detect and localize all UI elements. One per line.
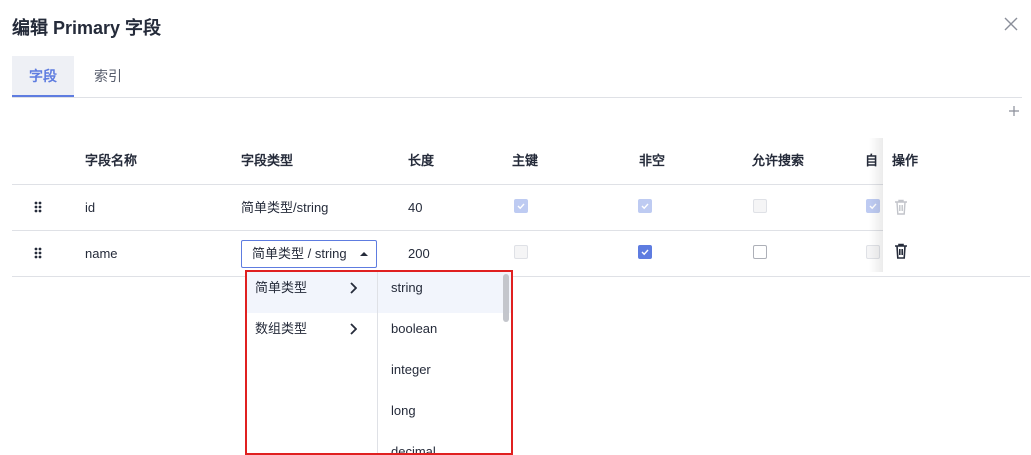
edit-field-dialog: 编辑 Primary 字段 字段 索引 字段名称 字段类型 长度 主键 非空 允…	[0, 0, 1031, 455]
drag-handle-icon[interactable]	[33, 246, 43, 260]
cascader-option-list: string boolean integer long decimal	[378, 272, 511, 453]
cascader-option-boolean[interactable]: boolean	[378, 313, 511, 354]
searchable-checkbox[interactable]	[753, 245, 767, 259]
type-cascader-dropdown: 简单类型 数组类型 string boolean integer long de…	[245, 270, 513, 455]
cascader-category-array[interactable]: 数组类型	[247, 313, 377, 354]
field-type-select-value: 简单类型 / string	[252, 246, 347, 261]
field-name: name	[85, 246, 118, 261]
primary-key-checkbox	[514, 199, 528, 213]
dialog-title: 编辑 Primary 字段	[12, 18, 162, 38]
trash-icon[interactable]	[894, 243, 908, 259]
header-actions: 操作	[892, 153, 919, 168]
header-not-null: 非空	[639, 153, 666, 168]
auto-checkbox	[866, 245, 880, 259]
header-primary-key: 主键	[512, 153, 539, 168]
cascader-category-list: 简单类型 数组类型	[247, 272, 378, 453]
header-searchable: 允许搜索	[752, 153, 805, 168]
searchable-checkbox	[753, 199, 767, 213]
header-field-name: 字段名称	[85, 153, 138, 168]
cascader-category-simple[interactable]: 简单类型	[247, 272, 377, 313]
chevron-right-icon	[350, 323, 357, 335]
tab-bar: 字段 索引	[12, 56, 1022, 98]
fields-table: 字段名称 字段类型 长度 主键 非空 允许搜索 自 id 简单类型/string…	[12, 138, 1030, 277]
primary-key-checkbox	[514, 245, 528, 259]
tab-indexes[interactable]: 索引	[88, 56, 128, 96]
cascader-scrollbar[interactable]	[503, 274, 509, 322]
header-field-type: 字段类型	[241, 153, 294, 168]
header-length: 长度	[408, 153, 435, 168]
cascader-option-decimal[interactable]: decimal	[378, 436, 511, 453]
drag-handle-icon[interactable]	[33, 200, 43, 214]
cascader-option-integer[interactable]: integer	[378, 354, 511, 395]
cascader-option-long[interactable]: long	[378, 395, 511, 436]
table-row: id 简单类型/string 40	[12, 185, 1030, 231]
trash-icon	[895, 199, 907, 215]
header-auto: 自	[865, 153, 879, 168]
field-name: id	[85, 200, 96, 215]
table-row: name 简单类型 / string 200	[12, 231, 1030, 277]
field-type-select[interactable]: 简单类型 / string	[241, 240, 377, 268]
table-header: 字段名称 字段类型 长度 主键 非空 允许搜索 自	[12, 138, 1030, 185]
not-null-checkbox[interactable]	[638, 245, 652, 259]
cascader-category-label: 数组类型	[255, 321, 308, 336]
plus-icon[interactable]	[1007, 104, 1021, 118]
caret-up-icon	[360, 252, 368, 256]
field-type: 简单类型/string	[241, 200, 329, 215]
cascader-category-label: 简单类型	[255, 280, 308, 295]
tab-fields[interactable]: 字段	[12, 56, 74, 97]
not-null-checkbox	[638, 199, 652, 213]
field-length: 40	[408, 200, 423, 215]
close-icon[interactable]	[1001, 14, 1021, 34]
fixed-actions-column: 操作	[883, 138, 1030, 272]
auto-checkbox	[866, 199, 880, 213]
chevron-right-icon	[350, 282, 357, 294]
cascader-option-string[interactable]: string	[378, 272, 511, 313]
